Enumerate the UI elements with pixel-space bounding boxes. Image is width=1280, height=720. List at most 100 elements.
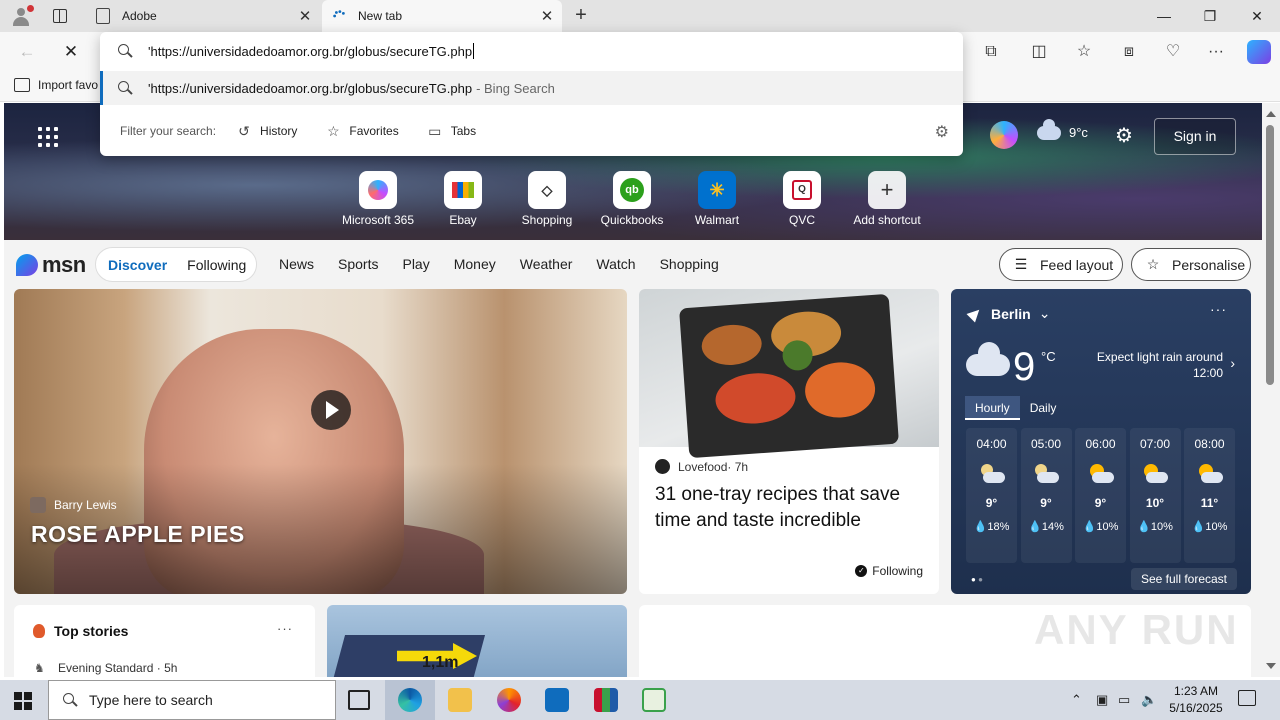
feed-layout-button[interactable]: ☰ Feed layout [999,248,1123,281]
weather-location[interactable]: Berlin ⌄ [966,305,1050,322]
shortcut-ebay[interactable]: Ebay [421,171,505,227]
notification-icon[interactable] [1238,690,1256,706]
file-explorer-icon[interactable] [448,688,472,712]
favorites-star-icon[interactable]: ☆ [1073,41,1095,63]
shortcut-quickbooks[interactable]: qb Quickbooks [590,171,674,227]
nav-link-shopping[interactable]: Shopping [660,256,719,272]
hour-column[interactable]: 04:00 9° 💧18% [966,428,1017,563]
network-icon[interactable]: ▭ [1118,680,1130,720]
close-tab-icon[interactable]: ✕ [290,7,320,25]
import-icon [14,78,30,92]
nav-link-money[interactable]: Money [454,256,496,272]
article-title[interactable]: 31 one-tray recipes that save time and t… [655,482,930,534]
hour-column[interactable]: 06:00 9° 💧10% [1075,428,1126,563]
tab-adobe[interactable]: Adobe ✕ [86,0,320,32]
filter-tabs[interactable]: ▭ Tabs [427,123,476,139]
scroll-up-arrow-icon[interactable] [1266,111,1276,117]
import-label: Import favo [38,78,99,92]
notepad-plus-icon[interactable] [642,688,666,712]
hour-precip: 💧10% [1137,521,1173,533]
profile-icon[interactable] [10,5,34,27]
shortcut-microsoft365[interactable]: Microsoft 365 [336,171,420,227]
task-view-icon[interactable] [348,690,370,710]
shortcut-shopping[interactable]: ◇ Shopping [505,171,589,227]
browser-essentials-icon[interactable]: ♡ [1162,41,1184,63]
minimize-button[interactable]: — [1141,0,1187,32]
tab-actions-icon[interactable] [53,9,67,23]
device-icon[interactable]: ▣ [1096,680,1108,720]
more-options-icon[interactable]: ··· [277,621,293,636]
more-menu-icon[interactable]: ··· [1205,41,1227,63]
search-suggestion[interactable]: 'https://universidadedoamor.org.br/globu… [100,71,963,105]
copilot-icon[interactable] [1247,40,1271,64]
volume-icon[interactable]: 🔈 [1141,680,1157,720]
weather-card[interactable]: Berlin ⌄ ··· 9 °C Expect light rain arou… [951,289,1251,594]
page-scrollbar[interactable] [1262,103,1280,677]
outlook-icon[interactable] [545,688,569,712]
new-tab-button[interactable]: + [570,4,592,26]
solar-article-card[interactable]: 1,1m [327,605,627,677]
stop-loading-icon[interactable]: ✕ [58,39,84,65]
nav-link-news[interactable]: News [279,256,314,272]
split-screen-icon[interactable]: ◫ [1028,41,1050,63]
collections-icon[interactable]: ⧈ [1118,41,1140,63]
apps-launcher-icon[interactable] [38,127,58,147]
address-input[interactable]: 'https://universidadedoamor.org.br/globu… [100,32,963,70]
plus-icon: + [868,171,906,209]
hour-column[interactable]: 05:00 9° 💧14% [1020,428,1072,563]
msn-logo[interactable]: msn [16,252,86,278]
close-window-button[interactable]: ✕ [1234,0,1280,32]
carousel-dots[interactable]: ● ● [971,575,983,584]
chevron-right-icon[interactable]: › [1230,355,1235,371]
close-tab-icon[interactable]: ✕ [532,7,562,25]
suggestion-source: - Bing Search [476,80,555,96]
extensions-icon[interactable]: ⧉ [980,41,1002,63]
edge-taskbar-button[interactable] [385,680,435,720]
nav-link-play[interactable]: Play [402,256,429,272]
shortcut-qvc[interactable]: Q QVC [760,171,844,227]
story-source[interactable]: ♞ Evening Standard · 5h [34,661,177,675]
nav-link-weather[interactable]: Weather [520,256,573,272]
tab-new-tab[interactable]: New tab ✕ [322,0,562,32]
more-options-icon[interactable]: ··· [1210,301,1227,317]
add-shortcut-button[interactable]: + Add shortcut [845,171,929,227]
address-text[interactable]: 'https://universidadedoamor.org.br/globu… [148,44,472,59]
copilot-icon[interactable] [990,121,1018,149]
filter-history[interactable]: ↺ History [236,123,297,139]
sign-in-button[interactable]: Sign in [1154,118,1236,155]
see-full-forecast-button[interactable]: See full forecast [1130,568,1237,590]
scroll-thumb[interactable] [1266,125,1274,385]
personalise-button[interactable]: ☆ Personalise [1131,248,1251,281]
video-title[interactable]: ROSE APPLE PIES [31,521,245,548]
article-card[interactable]: Lovefood · 7h 31 one-tray recipes that s… [639,289,939,594]
taskbar-clock[interactable]: 1:23 AM 5/16/2025 [1158,683,1234,717]
hero-weather[interactable]: 9°c [1037,118,1088,140]
article-source[interactable]: Lovefood · 7h [655,459,748,474]
taskbar-search-box[interactable]: Type here to search [48,680,336,720]
nav-link-watch[interactable]: Watch [596,256,635,272]
filter-favorites[interactable]: ☆ Favorites [325,123,399,139]
hour-column[interactable]: 08:00 11° 💧10% [1184,428,1235,563]
play-icon[interactable] [311,390,351,430]
chevron-up-icon[interactable]: ⌃ [1071,680,1082,720]
tab-discover[interactable]: Discover [108,257,167,273]
video-card[interactable]: Barry Lewis ROSE APPLE PIES [14,289,627,594]
winrar-icon[interactable] [594,688,618,712]
import-favorites-link[interactable]: Import favo [14,78,98,92]
tab-following[interactable]: Following [187,257,246,273]
hour-column[interactable]: 07:00 10° 💧10% [1129,428,1181,563]
back-arrow-icon[interactable]: ← [14,39,40,65]
scroll-down-arrow-icon[interactable] [1266,663,1276,669]
maximize-button[interactable]: ❐ [1187,0,1233,32]
windows-start-icon[interactable] [14,692,32,710]
tab-daily[interactable]: Daily [1020,396,1067,420]
page-settings-gear-icon[interactable]: ⚙ [1115,123,1133,148]
following-button[interactable]: ✓ Following [855,564,923,578]
shortcut-walmart[interactable]: ✳ Walmart [675,171,759,227]
gear-icon[interactable]: ⚙ [935,122,949,142]
nav-link-sports[interactable]: Sports [338,256,378,272]
tab-hourly[interactable]: Hourly [965,396,1020,420]
sparkle-star-icon: ☆ [1146,256,1160,272]
firefox-icon[interactable] [497,688,521,712]
partly-cloudy-icon [1088,464,1114,486]
